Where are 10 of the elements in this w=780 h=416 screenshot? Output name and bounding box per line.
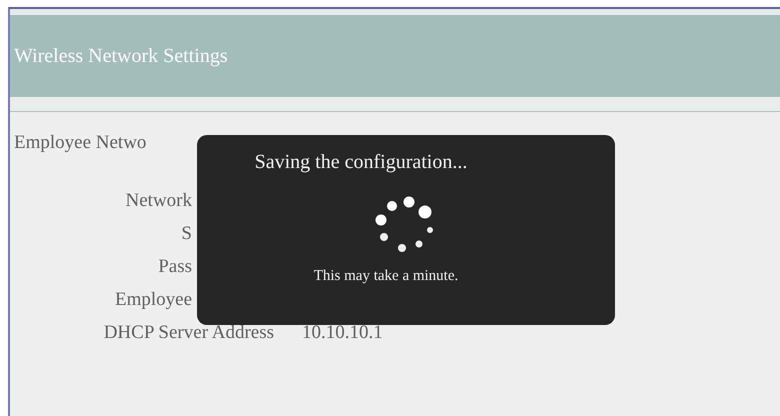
field-value: 10.10.10.1	[302, 322, 384, 344]
field-label: Pass	[157, 256, 193, 278]
field-label: S	[180, 223, 193, 245]
section-title: Employee Netwo	[14, 132, 148, 154]
dialog-title: Saving the configuration...	[254, 151, 468, 174]
field-label: Network	[124, 190, 193, 212]
field-label: Employee	[114, 289, 193, 311]
field-label: DHCP Server Address	[102, 322, 274, 344]
page-title: Wireless Network Settings	[14, 44, 228, 68]
dialog-message: This may take a minute.	[314, 268, 458, 285]
